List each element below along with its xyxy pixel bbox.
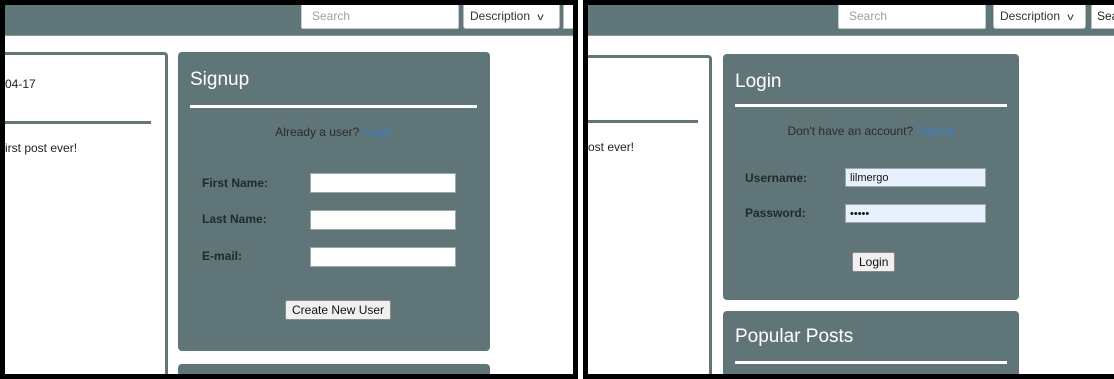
switch-prompt: Don't have an account? [787, 124, 914, 138]
username-field[interactable]: lilmergo [845, 168, 986, 187]
chevron-down-icon: v [537, 12, 544, 23]
create-user-button[interactable]: Create New User [285, 300, 392, 320]
signup-title: Signup [190, 69, 250, 90]
post-card: ost ever! [588, 55, 712, 374]
email-label: E-mail: [202, 249, 243, 263]
popular-posts-title: Popular Posts [735, 326, 854, 347]
search-button[interactable]: Sea [1091, 5, 1114, 29]
search-filter-select[interactable]: Description v [993, 5, 1086, 29]
signup-link[interactable]: Signup [917, 124, 954, 138]
switch-prompt: Already a user? [275, 125, 360, 139]
first-name-label: First Name: [202, 176, 269, 190]
post-divider [5, 121, 151, 124]
chevron-down-icon: v [1067, 12, 1074, 23]
username-label: Username: [745, 171, 808, 185]
search-input[interactable]: Search [301, 5, 459, 29]
post-body: ost ever! [588, 140, 635, 154]
last-name-label: Last Name: [202, 212, 267, 226]
login-panel: Login Don't have an account? Signup Usern… [723, 54, 1019, 300]
login-link[interactable]: Login [363, 125, 392, 139]
login-title: Login [735, 71, 782, 92]
password-label: Password: [745, 206, 806, 220]
post-card: 04-17 irst post ever! [5, 52, 168, 374]
search-filter-value: Description [470, 9, 531, 23]
signup-switch-text: Already a user? Login [178, 125, 490, 139]
next-panel [178, 364, 490, 374]
first-name-field[interactable] [310, 173, 456, 193]
post-date: 04-17 [5, 77, 36, 91]
post-divider [588, 120, 698, 123]
post-body: irst post ever! [5, 141, 78, 155]
password-field[interactable]: ••••• [845, 204, 986, 223]
popular-posts-rule [735, 361, 1007, 364]
last-name-field[interactable] [310, 210, 456, 230]
search-input[interactable]: Search [838, 5, 986, 29]
login-title-rule [735, 104, 1007, 107]
search-filter-select[interactable]: Description v [463, 5, 560, 29]
signup-panel: Signup Already a user? Login First Name: … [178, 52, 490, 351]
signup-screenshot: Search Description v 04-17 irst post ever… [0, 0, 578, 379]
email-field[interactable] [310, 247, 456, 267]
login-switch-text: Don't have an account? Signup [723, 124, 1019, 138]
signup-title-rule [190, 105, 477, 108]
login-screenshot: Search Description v Sea ost ever! Login … [583, 0, 1114, 379]
search-button[interactable] [563, 5, 573, 29]
search-filter-value: Description [1000, 9, 1061, 23]
popular-posts-panel: Popular Posts [723, 311, 1019, 374]
login-button[interactable]: Login [852, 252, 896, 272]
